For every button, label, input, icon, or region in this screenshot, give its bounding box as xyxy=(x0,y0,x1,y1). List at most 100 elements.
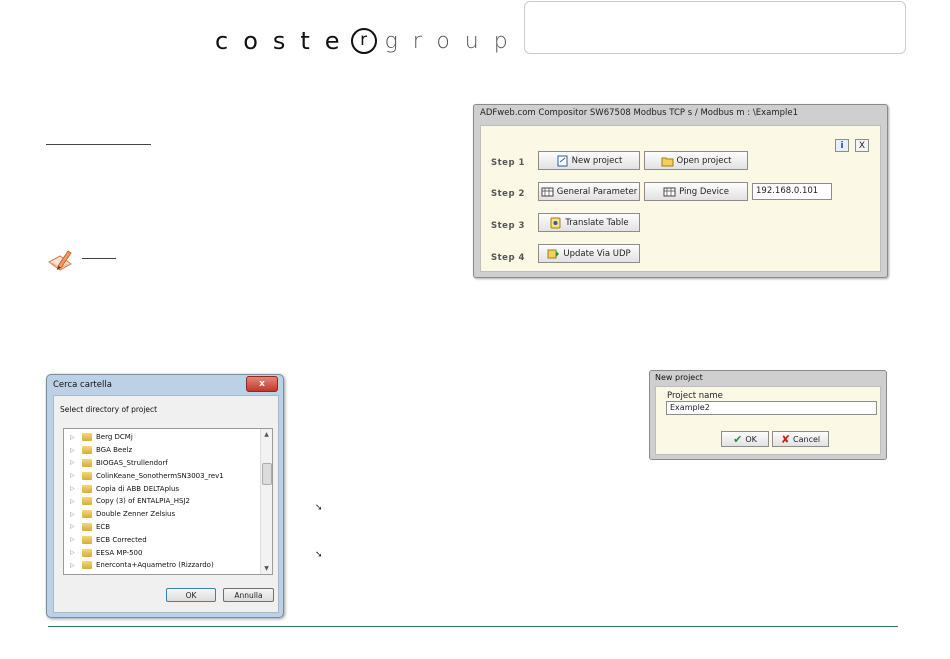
select-directory-label: Select directory of project xyxy=(60,405,158,414)
update-icon xyxy=(547,248,560,260)
new-project-cancel-button[interactable]: ✘ Cancel xyxy=(772,431,829,447)
close-button[interactable]: X xyxy=(855,139,869,152)
section-underline xyxy=(46,144,151,145)
folder-item-label: ECB xyxy=(96,522,111,531)
translate-table-label: Translate Table xyxy=(565,217,629,228)
expand-arrow-icon[interactable]: ▷ xyxy=(70,459,80,466)
expand-arrow-icon[interactable]: ▷ xyxy=(70,562,80,569)
general-parameter-button[interactable]: General Parameter xyxy=(538,182,640,201)
coster-group-logo: coste r group xyxy=(215,25,523,57)
ping-device-label: Ping Device xyxy=(679,186,729,197)
step-2-label: Step 2 xyxy=(491,189,525,199)
expand-arrow-icon[interactable]: ▷ xyxy=(70,485,80,492)
expand-arrow-icon[interactable]: ▷ xyxy=(70,434,80,441)
step-4-label: Step 4 xyxy=(491,253,525,263)
scroll-up-icon[interactable]: ▲ xyxy=(261,431,272,438)
folder-item-label: BIOGAS_Strullendorf xyxy=(96,458,168,467)
folder-icon xyxy=(82,548,92,557)
folder-icon xyxy=(82,561,92,570)
folder-item[interactable]: ▷ Copy (3) of ENTALPIA_HSJ2 xyxy=(64,495,259,508)
folder-item-label: Enerconta+Aquametro (Rizzardo) xyxy=(96,561,214,570)
expand-arrow-icon[interactable]: ▷ xyxy=(70,511,80,518)
folder-icon xyxy=(82,433,92,442)
folder-item-label: ColinKeane_SonothermSN3003_rev1 xyxy=(96,471,224,480)
new-document-icon xyxy=(556,155,569,167)
folder-item-label: EESA MP-500 xyxy=(96,548,143,557)
expand-arrow-icon[interactable]: ▷ xyxy=(70,472,80,479)
folder-icon xyxy=(82,446,92,455)
folder-item[interactable]: ▷ BGA Beelz xyxy=(64,444,259,457)
footer-rule xyxy=(48,626,898,627)
folder-ok-button[interactable]: OK xyxy=(166,588,216,602)
step-1-label: Step 1 xyxy=(491,158,525,168)
folder-item[interactable]: ▷ Copia di ABB DELTAplus xyxy=(64,482,259,495)
folder-item-label: BGA Beelz xyxy=(96,446,133,455)
scroll-down-icon[interactable]: ▼ xyxy=(261,565,272,572)
expand-arrow-icon[interactable]: ▷ xyxy=(70,536,80,543)
step-3-label: Step 3 xyxy=(491,221,525,231)
folder-tree[interactable]: ▷ Berg DCMj ▷ BGA Beelz ▷ BIOGAS_Strullendo… xyxy=(63,428,273,575)
folder-cancel-button[interactable]: Annulla xyxy=(223,588,274,602)
folder-icon xyxy=(82,484,92,493)
folder-item[interactable]: ▷ ECB xyxy=(64,521,259,534)
open-project-label: Open project xyxy=(676,155,732,166)
expand-arrow-icon[interactable]: ▷ xyxy=(70,498,80,505)
scrollbar-thumb[interactable] xyxy=(262,463,272,485)
compositor-body: i X Step 1 Step 2 Step 3 Step 4 New proj… xyxy=(480,125,881,272)
folder-item[interactable]: ▷ ECB Corrected xyxy=(64,533,259,546)
folder-icon xyxy=(82,458,92,467)
folder-dialog-title: Cerca cartella xyxy=(53,380,112,390)
note-underline xyxy=(82,258,116,259)
translate-table-button[interactable]: Translate Table xyxy=(538,213,640,232)
folder-item[interactable]: ▷ ColinKeane_SonothermSN3003_rev1 xyxy=(64,469,259,482)
project-name-input[interactable]: Example2 xyxy=(666,401,877,415)
new-project-dialog-body: Project name Example2 ✔ OK ✘ Cancel xyxy=(655,386,881,455)
folder-dialog-body: Select directory of project ▷ Berg DCMj ▷… xyxy=(53,395,279,613)
folder-icon xyxy=(82,497,92,506)
new-project-button[interactable]: New project xyxy=(538,151,640,170)
project-name-label: Project name xyxy=(667,391,723,401)
parameter-table-icon xyxy=(541,186,554,198)
expand-arrow-icon[interactable]: ▷ xyxy=(70,447,80,454)
translate-icon xyxy=(549,217,562,229)
header-empty-box xyxy=(524,1,906,54)
folder-item[interactable]: ▷ Berg DCMj xyxy=(64,431,259,444)
ok-label: OK xyxy=(745,434,757,444)
folder-dialog-close-button[interactable]: x xyxy=(246,376,278,392)
folder-item-label: Copy (3) of ENTALPIA_HSJ2 xyxy=(96,497,190,506)
new-project-dialog-title: New project xyxy=(655,373,703,382)
update-via-udp-label: Update Via UDP xyxy=(563,248,631,259)
folder-item[interactable]: ▷ EESA MP-500 xyxy=(64,546,259,559)
cancel-label: Cancel xyxy=(793,434,821,444)
open-folder-icon xyxy=(661,155,674,167)
ping-device-button[interactable]: Ping Device xyxy=(644,182,748,201)
update-via-udp-button[interactable]: Update Via UDP xyxy=(538,244,640,263)
general-parameter-label: General Parameter xyxy=(556,186,638,197)
expand-arrow-icon[interactable]: ▷ xyxy=(70,549,80,556)
compositor-window: ADFweb.com Compositor SW67508 Modbus TCP… xyxy=(473,104,888,278)
folder-item-label: Double Zenner Zelsius xyxy=(96,510,176,519)
folder-icon xyxy=(82,535,92,544)
open-project-button[interactable]: Open project xyxy=(644,151,748,170)
folder-tree-scrollbar[interactable]: ▲ ▼ xyxy=(260,429,272,574)
folder-icon xyxy=(82,510,92,519)
logo-circle-r: r xyxy=(350,28,377,54)
note-pencil-icon xyxy=(46,248,74,274)
folder-item-label: ECB Corrected xyxy=(96,535,147,544)
folder-item[interactable]: ▷ Double Zenner Zelsius xyxy=(64,508,259,521)
folder-item-label: Copia di ABB DELTAplus xyxy=(96,484,180,493)
bullet-arrow-icon: ➘ xyxy=(315,503,323,513)
folder-browse-dialog: Cerca cartella x Select directory of pro… xyxy=(46,374,284,618)
folder-icon xyxy=(82,522,92,531)
folder-item[interactable]: ▷ Enerconta+Aquametro (Rizzardo) xyxy=(64,559,259,572)
ip-address-field[interactable]: 192.168.0.101 xyxy=(752,183,832,200)
expand-arrow-icon[interactable]: ▷ xyxy=(70,523,80,530)
folder-list: ▷ Berg DCMj ▷ BGA Beelz ▷ BIOGAS_Strullendo… xyxy=(64,431,259,572)
folder-item[interactable]: ▷ BIOGAS_Strullendorf xyxy=(64,457,259,470)
logo-text-group: group xyxy=(384,28,523,54)
cancel-x-icon: ✘ xyxy=(780,432,791,446)
compositor-title: ADFweb.com Compositor SW67508 Modbus TCP… xyxy=(480,108,798,118)
info-button[interactable]: i xyxy=(835,139,849,152)
logo-text-coste: coste xyxy=(215,27,355,55)
new-project-ok-button[interactable]: ✔ OK xyxy=(721,431,769,447)
